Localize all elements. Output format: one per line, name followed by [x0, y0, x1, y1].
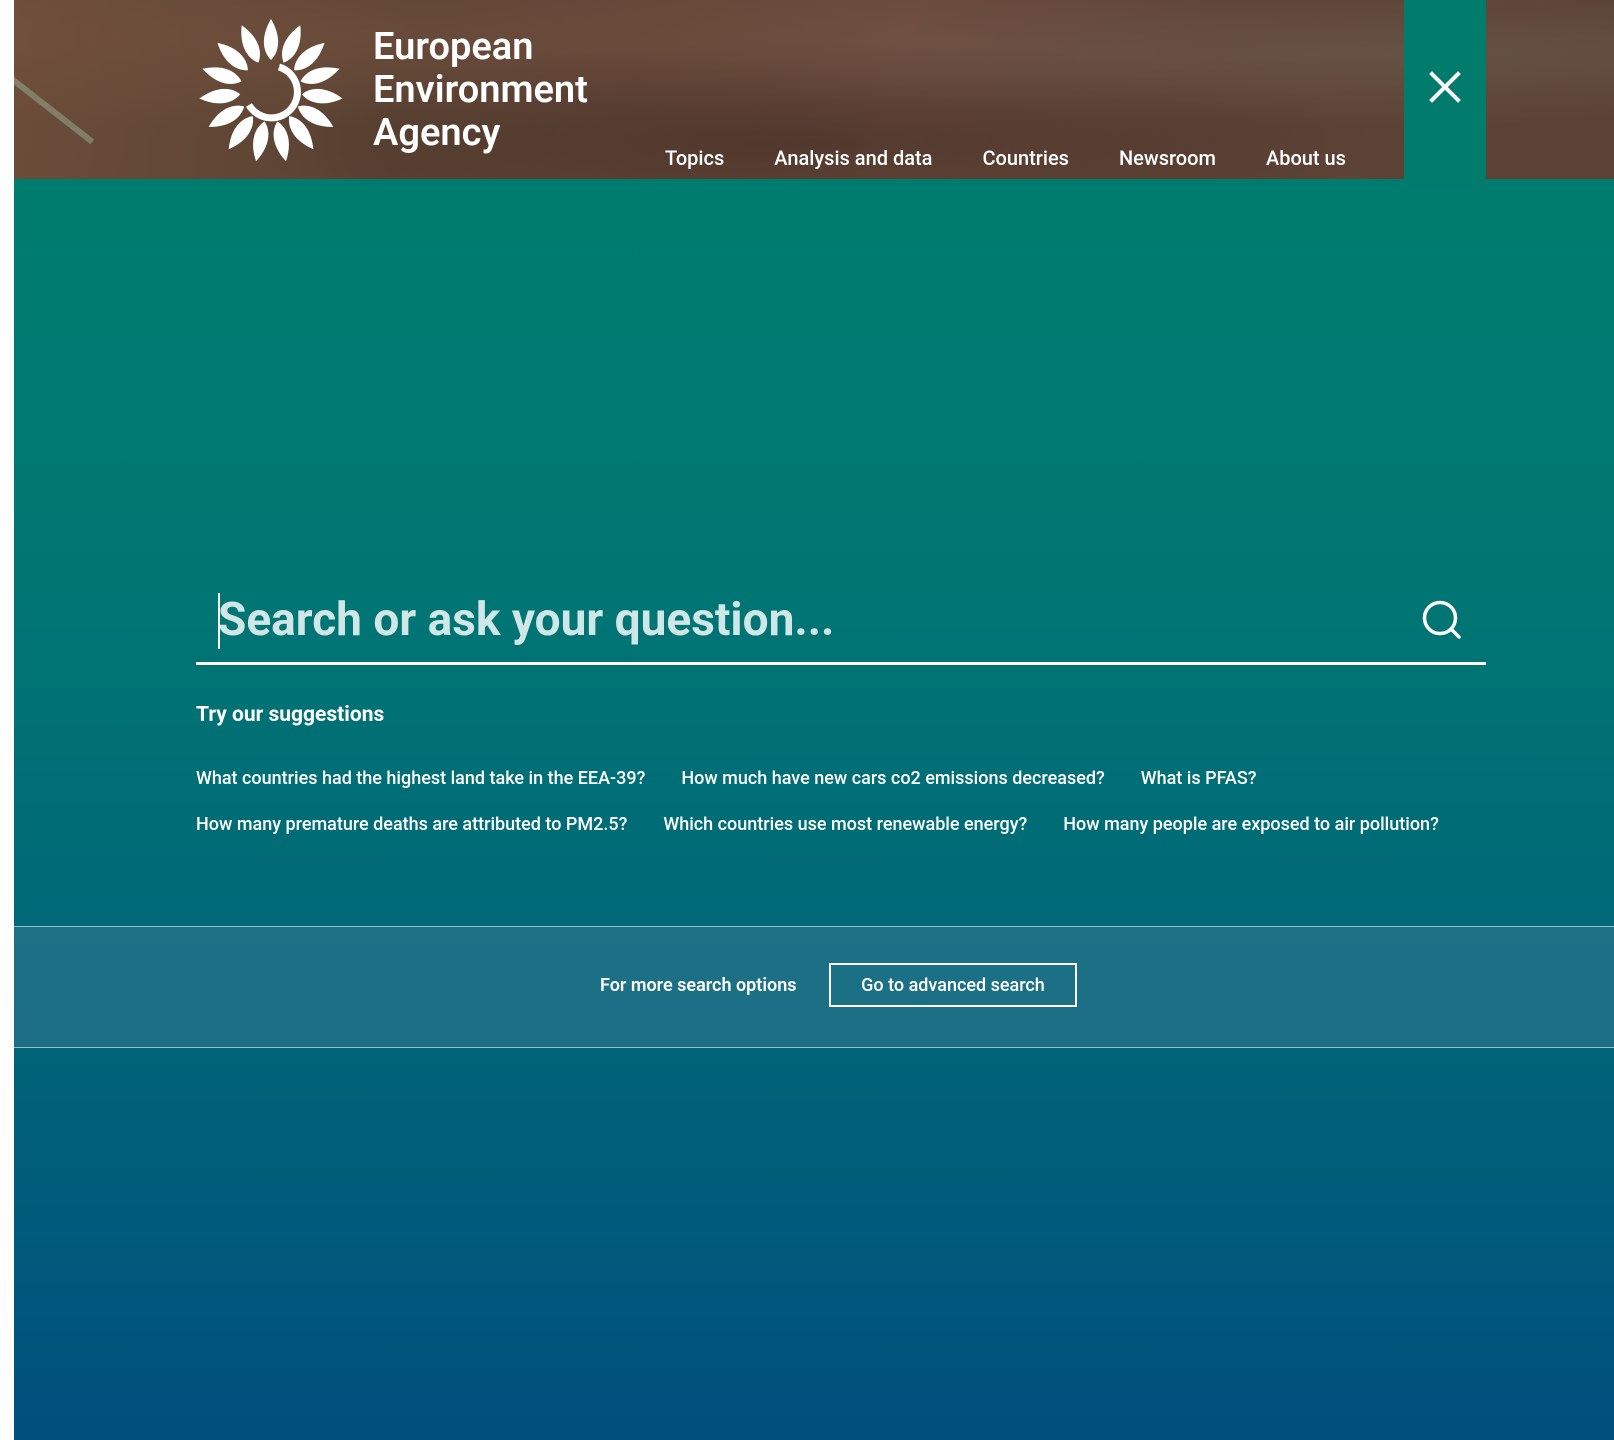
suggestions-row-1: What countries had the highest land take… — [196, 768, 1293, 789]
site-header: European Environment Agency Topics Analy… — [14, 0, 1614, 179]
nav-item-newsroom[interactable]: Newsroom — [1119, 146, 1216, 170]
site-name-line-2: Environment — [373, 68, 588, 112]
site-name-line-3: Agency — [373, 111, 501, 155]
advanced-search-button[interactable]: Go to advanced search — [829, 963, 1077, 1007]
eea-logo-icon[interactable] — [196, 14, 346, 168]
search-box — [196, 585, 1486, 665]
suggestion-air-pollution[interactable]: How many people are exposed to air pollu… — [1063, 814, 1439, 835]
suggestion-pfas[interactable]: What is PFAS? — [1141, 768, 1257, 789]
search-input[interactable] — [218, 585, 1368, 655]
suggestion-pm25-deaths[interactable]: How many premature deaths are attributed… — [196, 814, 627, 835]
site-name[interactable]: European Environment Agency — [373, 26, 588, 155]
suggestion-cars-co2[interactable]: How much have new cars co2 emissions dec… — [681, 768, 1104, 789]
advanced-search-band: For more search options Go to advanced s… — [14, 926, 1614, 1048]
search-icon[interactable] — [1420, 598, 1464, 642]
suggestion-land-take[interactable]: What countries had the highest land take… — [196, 768, 645, 789]
main-navigation: Topics Analysis and data Countries Newsr… — [665, 146, 1396, 170]
nav-item-countries[interactable]: Countries — [982, 146, 1069, 170]
close-search-button[interactable] — [1404, 0, 1486, 179]
site-name-line-1: European — [373, 25, 534, 69]
suggestions-row-2: How many premature deaths are attributed… — [196, 814, 1475, 835]
nav-item-analysis-and-data[interactable]: Analysis and data — [774, 146, 932, 170]
page: European Environment Agency Topics Analy… — [14, 0, 1614, 1440]
close-icon — [1429, 71, 1461, 103]
suggestion-renewable-energy[interactable]: Which countries use most renewable energ… — [663, 814, 1027, 835]
suggestions-title: Try our suggestions — [196, 703, 385, 727]
search-overlay: Try our suggestions What countries had t… — [14, 179, 1614, 1440]
advanced-search-label: For more search options — [600, 975, 797, 996]
nav-item-about-us[interactable]: About us — [1266, 146, 1346, 170]
nav-item-topics[interactable]: Topics — [665, 146, 724, 170]
